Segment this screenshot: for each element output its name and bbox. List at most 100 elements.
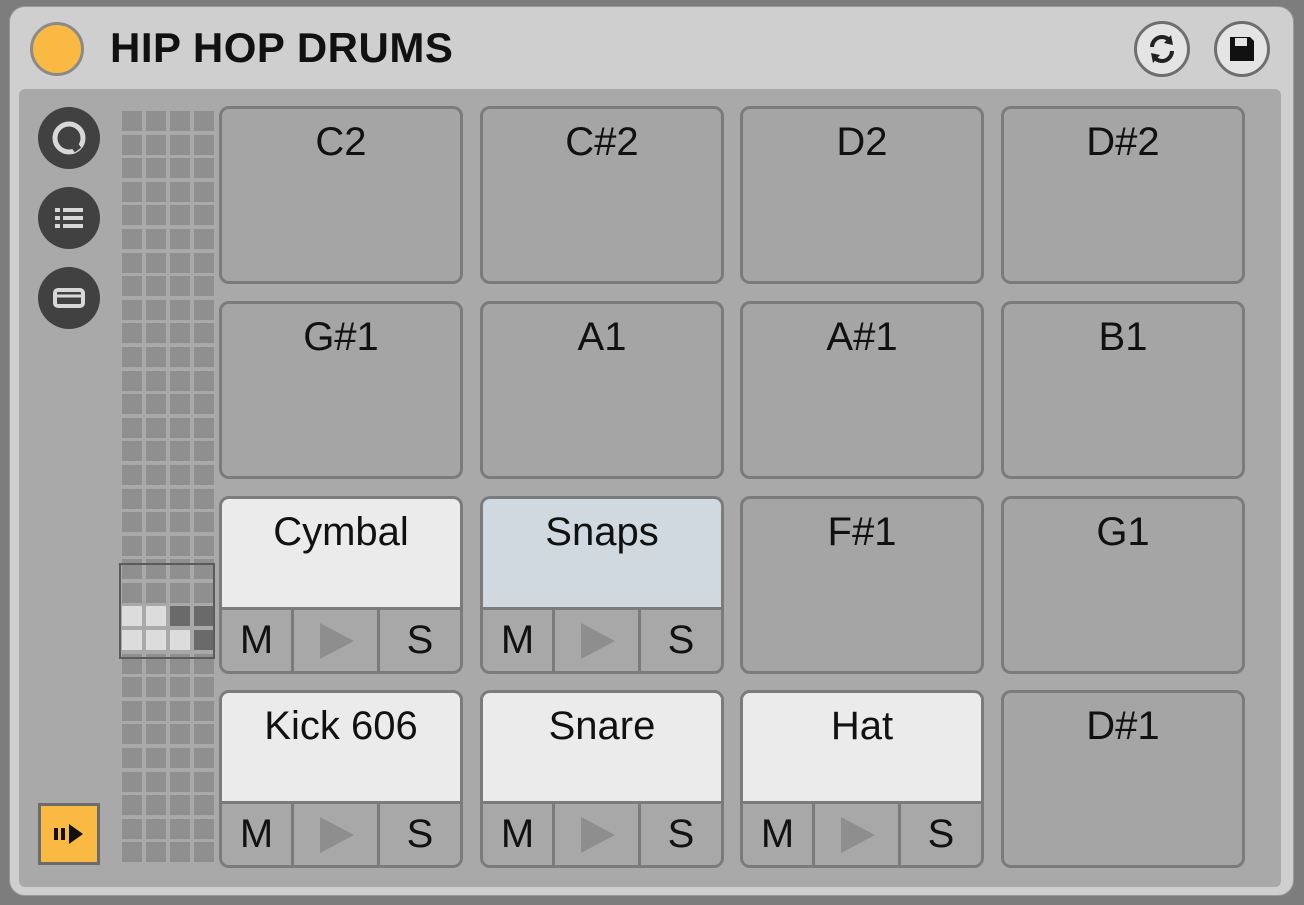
drum-pad[interactable]: D#1: [1001, 690, 1245, 868]
overview-cell: [146, 134, 166, 155]
drum-pad[interactable]: C2: [219, 106, 463, 284]
list-view-button[interactable]: [38, 187, 100, 249]
mute-button[interactable]: M: [222, 610, 294, 671]
overview-cell: [170, 535, 190, 556]
overview-cell: [122, 488, 142, 509]
overview-cell: [122, 559, 142, 580]
save-preset-button[interactable]: [1214, 21, 1270, 77]
pad-label: A#1: [826, 315, 898, 359]
drum-pad[interactable]: C#2: [480, 106, 724, 284]
solo-button[interactable]: S: [380, 610, 460, 671]
overview-cell: [170, 205, 190, 226]
drum-pad[interactable]: D#2: [1001, 106, 1245, 284]
pad-label: Cymbal: [273, 510, 409, 554]
solo-button[interactable]: S: [380, 804, 460, 865]
mute-button[interactable]: M: [743, 804, 815, 865]
drum-pad[interactable]: A1: [480, 301, 724, 479]
drum-pad[interactable]: G1: [1001, 496, 1245, 674]
device-slot-button[interactable]: [38, 267, 100, 329]
overview-cell: [122, 606, 142, 627]
pad-controls: MS: [483, 607, 721, 671]
overview-cell: [122, 748, 142, 769]
preview-play-button[interactable]: [815, 804, 901, 865]
sync-button[interactable]: [1134, 21, 1190, 77]
overview-cell: [122, 512, 142, 533]
overview-cell: [146, 512, 166, 533]
device-power-icon[interactable]: [30, 22, 84, 76]
overview-cell: [146, 582, 166, 603]
overview-cell: [170, 630, 190, 651]
overview-cell: [122, 181, 142, 202]
overview-cell: [170, 677, 190, 698]
overview-cell: [194, 559, 214, 580]
overview-cell: [122, 653, 142, 674]
overview-cell: [122, 299, 142, 320]
solo-button[interactable]: S: [641, 610, 721, 671]
preview-play-button[interactable]: [555, 610, 641, 671]
pad-label: C2: [315, 120, 367, 164]
drum-pad[interactable]: Hat M S: [740, 690, 984, 868]
overview-cell: [194, 512, 214, 533]
drum-pad[interactable]: Snaps M S: [480, 496, 724, 674]
overview-cell: [146, 181, 166, 202]
preview-play-button[interactable]: [555, 804, 641, 865]
drum-pad[interactable]: B1: [1001, 301, 1245, 479]
overview-cell: [194, 748, 214, 769]
overview-cell: [122, 252, 142, 273]
overview-cell: [122, 111, 142, 131]
overview-cell: [146, 677, 166, 698]
play-icon: [319, 816, 354, 853]
mute-button[interactable]: M: [483, 804, 555, 865]
overview-cell: [194, 228, 214, 249]
overview-cell: [146, 417, 166, 438]
chain-view-button[interactable]: [38, 107, 100, 169]
solo-button[interactable]: S: [901, 804, 981, 865]
drum-pad[interactable]: Snare M S: [480, 690, 724, 868]
overview-cell: [146, 464, 166, 485]
overview-cell: [194, 158, 214, 179]
pad-label: Hat: [830, 704, 894, 748]
overview-cell: [122, 417, 142, 438]
overview-cell: [170, 724, 190, 745]
overview-cell: [146, 252, 166, 273]
overview-cell: [122, 700, 142, 721]
drum-pad[interactable]: F#1: [740, 496, 984, 674]
overview-cell: [170, 417, 190, 438]
overview-cell: [122, 441, 142, 462]
drum-pad[interactable]: G#1: [219, 301, 463, 479]
overview-cell: [170, 228, 190, 249]
overview-cell: [194, 842, 214, 863]
overview-cell: [194, 606, 214, 627]
overview-cell: [122, 771, 142, 792]
overview-cell: [194, 582, 214, 603]
overview-cell: [170, 134, 190, 155]
overview-cell: [170, 559, 190, 580]
overview-cell: [122, 818, 142, 839]
overview-cell: [170, 441, 190, 462]
mute-button[interactable]: M: [222, 804, 294, 865]
overview-cell: [170, 818, 190, 839]
overview-cell: [170, 512, 190, 533]
drum-pad[interactable]: Kick 606 M S: [219, 690, 463, 868]
preview-play-button[interactable]: [294, 610, 380, 671]
overview-cell: [122, 795, 142, 816]
follow-button[interactable]: [38, 803, 100, 865]
overview-cell: [146, 748, 166, 769]
drum-pad[interactable]: A#1: [740, 301, 984, 479]
overview-cell: [146, 111, 166, 131]
overview-cell: [170, 582, 190, 603]
mute-button[interactable]: M: [483, 610, 555, 671]
overview-cell: [194, 677, 214, 698]
drum-pad[interactable]: D2: [740, 106, 984, 284]
preview-play-button[interactable]: [294, 804, 380, 865]
overview-cell: [170, 276, 190, 297]
overview-cell: [194, 299, 214, 320]
pad-controls: MS: [222, 607, 460, 671]
chain-view-icon: [52, 121, 86, 155]
drum-pad[interactable]: Cymbal M S: [219, 496, 463, 674]
solo-button[interactable]: S: [641, 804, 721, 865]
pad-overview-grid[interactable]: [122, 111, 216, 867]
overview-cell: [170, 606, 190, 627]
overview-cell: [194, 181, 214, 202]
overview-cell: [146, 228, 166, 249]
